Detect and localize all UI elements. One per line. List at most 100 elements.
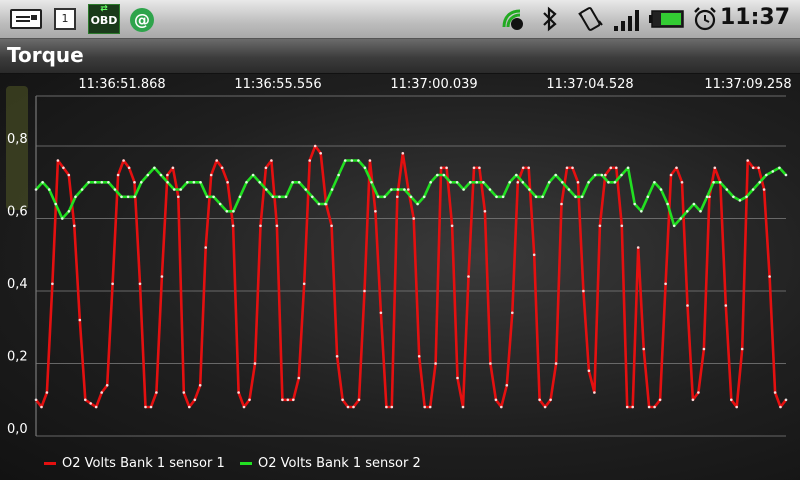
- data-point: [80, 188, 84, 191]
- data-point: [171, 166, 175, 170]
- data-point: [538, 398, 541, 402]
- data-point: [613, 181, 617, 184]
- data-point: [702, 347, 706, 351]
- data-point: [574, 195, 577, 199]
- data-point: [771, 170, 775, 173]
- data-point: [352, 405, 355, 409]
- data-point: [472, 166, 476, 170]
- data-point: [412, 217, 416, 220]
- data-point: [725, 188, 729, 191]
- data-point: [417, 355, 421, 358]
- data-point: [467, 275, 470, 278]
- app-title-bar: Torque: [0, 39, 800, 74]
- data-point: [133, 181, 136, 184]
- data-point: [500, 405, 503, 409]
- data-point: [160, 275, 164, 278]
- data-point: [647, 405, 651, 409]
- data-point: [155, 391, 158, 394]
- data-point: [286, 398, 290, 402]
- data-point: [697, 391, 700, 394]
- data-point: [390, 188, 393, 191]
- data-point: [543, 405, 547, 409]
- at-icon[interactable]: @: [130, 8, 154, 32]
- side-scroll-handle[interactable]: [6, 86, 28, 210]
- data-point: [292, 398, 295, 402]
- data-point: [620, 173, 623, 177]
- data-point: [275, 224, 279, 228]
- chart-area[interactable]: 0,0 0,2 0,4 0,6 0,8 11:36:51.868 11:36:55.556 1…: [0, 74, 800, 480]
- data-point: [456, 376, 459, 380]
- data-point: [620, 224, 624, 228]
- mail-icon[interactable]: [10, 9, 42, 29]
- data-point: [204, 246, 207, 249]
- data-point: [319, 152, 323, 155]
- data-point: [521, 166, 525, 170]
- data-point: [768, 275, 771, 278]
- data-point: [245, 181, 248, 184]
- line-chart: 0,0 0,2 0,4 0,6 0,8 11:36:51.868 11:36:55.556 1…: [6, 77, 792, 437]
- app-title: Torque: [7, 43, 84, 67]
- status-bar: 1 ⇄ OBD @ 11:37: [0, 0, 800, 39]
- battery-icon: [649, 10, 684, 28]
- data-point: [100, 391, 103, 394]
- y-tick-label: 0,2: [7, 350, 28, 365]
- data-point: [762, 188, 766, 191]
- status-clock: 11:37: [719, 5, 790, 30]
- alarm-clock-icon: [694, 7, 716, 31]
- data-point: [182, 391, 186, 394]
- data-point: [516, 181, 520, 184]
- data-point: [237, 391, 240, 394]
- y-tick-label: 0,8: [7, 132, 28, 147]
- data-point: [302, 282, 306, 286]
- data-point: [209, 173, 213, 177]
- data-point: [740, 347, 744, 351]
- data-point: [159, 173, 163, 177]
- data-point: [89, 402, 92, 405]
- data-point: [549, 398, 552, 402]
- data-point: [62, 166, 65, 170]
- data-point: [133, 195, 136, 199]
- data-point: [521, 181, 525, 184]
- data-point: [45, 391, 49, 394]
- data-point: [672, 224, 676, 228]
- data-point: [73, 224, 76, 228]
- calendar-icon[interactable]: 1: [54, 8, 76, 30]
- data-point: [253, 362, 257, 365]
- data-point: [712, 181, 715, 184]
- data-point: [335, 355, 339, 358]
- data-point: [422, 195, 426, 199]
- data-point: [193, 398, 197, 402]
- data-point: [324, 202, 327, 206]
- data-point: [609, 166, 613, 170]
- data-point: [501, 195, 505, 199]
- vibrate-icon: [578, 7, 603, 31]
- obd-icon[interactable]: ⇄ OBD: [88, 4, 120, 34]
- data-point: [177, 195, 180, 199]
- data-point: [468, 181, 472, 184]
- data-point: [113, 188, 117, 191]
- data-point: [576, 181, 580, 184]
- data-point: [346, 405, 350, 409]
- data-point: [626, 166, 630, 170]
- data-point: [350, 159, 354, 162]
- phone-signal-icon: [502, 9, 523, 30]
- data-point: [554, 362, 558, 365]
- data-point: [642, 347, 645, 351]
- data-point: [646, 195, 650, 199]
- data-point: [107, 181, 110, 184]
- data-point: [416, 202, 419, 206]
- data-point: [560, 202, 563, 206]
- data-point: [61, 217, 64, 220]
- data-point: [34, 188, 38, 191]
- chart-legend: O2 Volts Bank 1 sensor 1 O2 Volts Bank 1…: [0, 455, 800, 477]
- data-point: [598, 224, 602, 228]
- data-point: [330, 188, 334, 191]
- data-point: [225, 210, 229, 213]
- x-tick-label: 11:37:04.528: [546, 77, 633, 92]
- data-point: [567, 188, 571, 191]
- data-point: [248, 398, 251, 402]
- data-point: [561, 181, 564, 184]
- data-point: [631, 405, 634, 409]
- data-point: [445, 166, 448, 170]
- data-point: [679, 217, 682, 220]
